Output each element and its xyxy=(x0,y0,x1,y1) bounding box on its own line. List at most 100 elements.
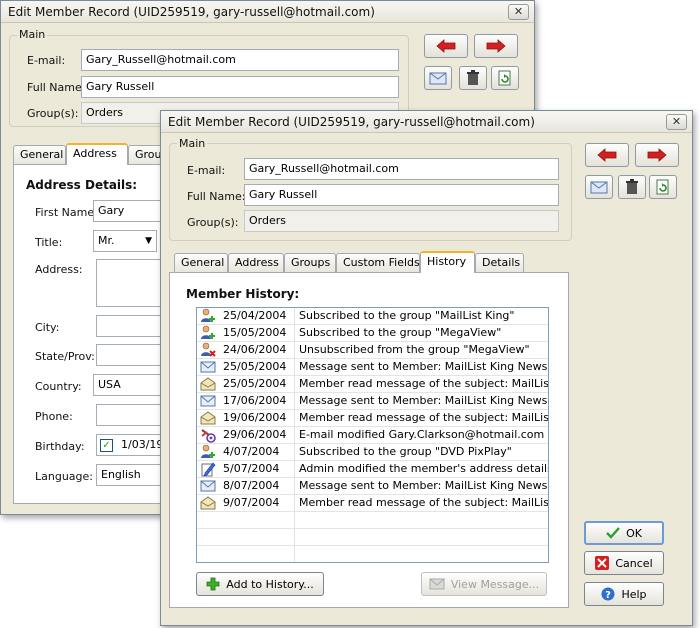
front-fullname-label: Full Name: xyxy=(187,190,246,203)
front-window-title: Edit Member Record (UID259519, gary-russ… xyxy=(161,111,692,133)
mail-sent-icon xyxy=(200,478,216,494)
history-date: 8/07/2004 xyxy=(223,479,280,492)
front-window-close-button[interactable]: ✕ xyxy=(666,114,687,130)
cancel-button[interactable]: Cancel xyxy=(584,551,664,575)
plus-icon xyxy=(206,577,220,591)
user-remove-icon xyxy=(200,342,216,358)
history-row[interactable]: 4/07/2004 Subscribed to the group "DVD Pi… xyxy=(197,444,548,461)
back-country-label: Country: xyxy=(35,380,82,393)
history-row xyxy=(197,529,548,546)
history-row[interactable]: 19/06/2004 Member read message of the sub… xyxy=(197,410,548,427)
history-description: E-mail modified Gary.Clarkson@hotmail.co… xyxy=(299,428,548,441)
history-description: Subscribed to the group "DVD PixPlay" xyxy=(299,445,512,458)
back-phone-label: Phone: xyxy=(35,410,73,423)
history-date: 25/05/2004 xyxy=(223,360,287,373)
back-title-label: Title: xyxy=(35,236,63,249)
back-email-field[interactable]: Gary_Russell@hotmail.com xyxy=(81,49,399,71)
add-to-history-label: Add to History... xyxy=(226,577,314,591)
history-date: 25/04/2004 xyxy=(223,309,287,322)
tab-groups[interactable]: Groups xyxy=(284,253,336,272)
birthday-checkbox[interactable]: ✓ xyxy=(100,439,113,452)
back-city-label: City: xyxy=(35,321,60,334)
refresh-doc-icon xyxy=(498,70,511,86)
mail-read-icon xyxy=(200,410,216,426)
history-row xyxy=(197,546,548,562)
ok-label: OK xyxy=(626,526,642,540)
back-birthday-label: Birthday: xyxy=(35,440,85,453)
help-button[interactable]: ? Help xyxy=(584,582,664,606)
arrow-left-icon xyxy=(597,148,617,162)
history-description: Message sent to Member: MailList King Ne… xyxy=(299,360,549,373)
arrow-left-icon xyxy=(436,39,456,53)
chevron-down-icon: ▼ xyxy=(145,236,152,246)
history-description: Member read message of the subject: Mail… xyxy=(299,496,549,509)
history-description: Subscribed to the group "MailList King" xyxy=(299,309,515,322)
envelope-icon xyxy=(429,578,445,590)
add-to-history-button[interactable]: Add to History... xyxy=(196,572,324,596)
front-refresh-button[interactable] xyxy=(649,175,677,199)
history-date: 17/06/2004 xyxy=(223,394,287,407)
back-tab-address[interactable]: Address xyxy=(66,143,128,165)
mail-read-icon xyxy=(200,495,216,511)
back-send-mail-button[interactable] xyxy=(424,66,452,90)
view-message-button[interactable]: View Message... xyxy=(421,572,547,596)
history-heading: Member History: xyxy=(186,287,300,301)
front-send-mail-button[interactable] xyxy=(585,175,613,199)
history-row[interactable]: 15/05/2004 Subscribed to the group "MegaV… xyxy=(197,325,548,342)
history-row[interactable]: 29/06/2004 E-mail modified Gary.Clarkson@… xyxy=(197,427,548,444)
front-main-group-label: Main xyxy=(177,137,208,150)
arrow-right-icon xyxy=(486,39,506,53)
mail-read-icon xyxy=(200,376,216,392)
tab-general[interactable]: General xyxy=(174,253,228,272)
history-date: 15/05/2004 xyxy=(223,326,287,339)
history-description: Admin modified the member's address deta… xyxy=(299,462,549,475)
front-email-field[interactable]: Gary_Russell@hotmail.com xyxy=(244,158,559,180)
back-delete-button[interactable] xyxy=(459,66,487,90)
tab-custom-fields[interactable]: Custom Fields xyxy=(336,253,420,272)
tab-history[interactable]: History xyxy=(420,251,475,273)
history-row[interactable]: 9/07/2004 Member read message of the subj… xyxy=(197,495,548,512)
back-groups-label: Group(s): xyxy=(27,107,79,120)
history-description: Member read message of the subject: Mail… xyxy=(299,377,549,390)
tab-details[interactable]: Details xyxy=(475,253,524,272)
front-previous-button[interactable] xyxy=(585,143,629,167)
history-row[interactable]: 25/04/2004 Subscribed to the group "MailL… xyxy=(197,308,548,325)
history-description: Subscribed to the group "MegaView" xyxy=(299,326,502,339)
back-fullname-field[interactable]: Gary Russell xyxy=(81,76,399,98)
history-row[interactable]: 8/07/2004 Message sent to Member: MailLis… xyxy=(197,478,548,495)
history-description: Member read message of the subject: Mail… xyxy=(299,411,549,424)
user-add-icon xyxy=(200,308,216,324)
front-tab-strip: General Address Groups Custom Fields His… xyxy=(174,251,534,273)
trash-icon xyxy=(467,70,479,85)
back-tab-general[interactable]: General xyxy=(13,145,66,164)
history-row[interactable]: 25/05/2004 Member read message of the sub… xyxy=(197,376,548,393)
back-refresh-button[interactable] xyxy=(491,66,519,90)
back-first-name-label: First Name: xyxy=(35,206,98,219)
back-title-select[interactable]: Mr. ▼ xyxy=(93,230,157,252)
history-list[interactable]: 25/04/2004 Subscribed to the group "MailL… xyxy=(196,307,549,563)
history-date: 9/07/2004 xyxy=(223,496,280,509)
back-state-label: State/Prov: xyxy=(35,350,95,363)
tab-address[interactable]: Address xyxy=(228,253,284,272)
back-previous-button[interactable] xyxy=(424,34,468,58)
history-row[interactable]: 25/05/2004 Message sent to Member: MailLi… xyxy=(197,359,548,376)
history-row[interactable]: 17/06/2004 Message sent to Member: MailLi… xyxy=(197,393,548,410)
cancel-label: Cancel xyxy=(615,556,653,570)
front-groups-field: Orders xyxy=(244,210,559,232)
back-next-button[interactable] xyxy=(474,34,518,58)
ok-button[interactable]: OK xyxy=(584,521,664,545)
history-row[interactable]: 24/06/2004 Unsubscribed from the group "M… xyxy=(197,342,548,359)
front-groups-label: Group(s): xyxy=(187,216,239,229)
front-fullname-field[interactable]: Gary Russell xyxy=(244,184,559,206)
history-date: 4/07/2004 xyxy=(223,445,280,458)
history-row[interactable]: 5/07/2004 Admin modified the member's add… xyxy=(197,461,548,478)
back-address-heading: Address Details: xyxy=(26,178,138,192)
back-window-close-button[interactable]: ✕ xyxy=(508,4,529,20)
back-address-label: Address: xyxy=(35,263,83,276)
front-delete-button[interactable] xyxy=(618,175,646,199)
front-email-label: E-mail: xyxy=(187,164,226,177)
history-date: 19/06/2004 xyxy=(223,411,287,424)
view-message-label: View Message... xyxy=(450,577,540,591)
history-description: Message sent to Member: MailList King Ne… xyxy=(299,479,549,492)
front-next-button[interactable] xyxy=(635,143,679,167)
